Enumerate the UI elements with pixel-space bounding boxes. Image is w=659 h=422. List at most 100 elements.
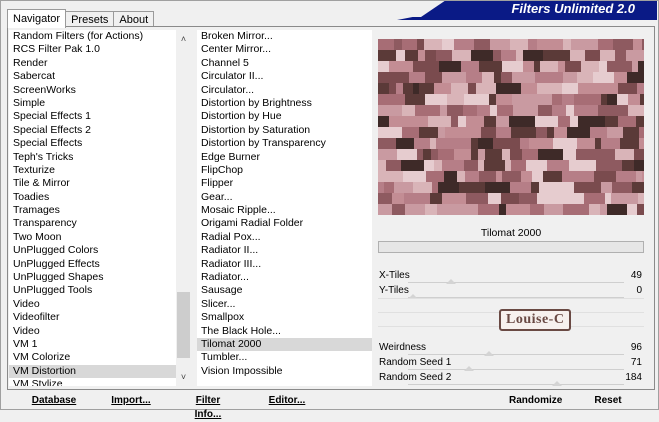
filter-item[interactable]: Smallpox — [197, 311, 372, 324]
category-item[interactable]: RCS Filter Pak 1.0 — [9, 43, 176, 56]
filter-item[interactable]: Distortion by Hue — [197, 110, 372, 123]
param-row[interactable]: X-Tiles 49 — [378, 269, 644, 284]
category-item[interactable]: VM Distortion — [9, 364, 176, 379]
filter-item[interactable]: Flipper — [197, 177, 372, 190]
mosaic-tile — [477, 105, 490, 116]
chevron-down-icon[interactable]: ˅ — [176, 370, 191, 384]
filter-item[interactable]: FlipChop — [197, 164, 372, 177]
filter-item[interactable]: Distortion by Transparency — [197, 137, 372, 150]
param-slider-track[interactable] — [408, 369, 624, 370]
filter-item[interactable]: Radial Pox... — [197, 231, 372, 244]
filter-item[interactable]: Tilomat 2000 — [197, 337, 372, 352]
mosaic-tile — [431, 149, 438, 160]
category-item[interactable]: Tramages — [9, 204, 176, 217]
mosaic-tile — [563, 72, 577, 83]
category-item[interactable]: Video — [9, 325, 176, 338]
filter-item[interactable]: Channel 5 — [197, 57, 372, 70]
randomize-button[interactable]: Randomize — [509, 394, 562, 408]
filter-title: Tilomat 2000 — [480, 227, 542, 239]
category-item[interactable]: Special Effects — [9, 137, 176, 150]
mosaic-tile — [640, 94, 644, 105]
category-item[interactable]: Texturize — [9, 164, 176, 177]
mosaic-tile — [378, 171, 403, 182]
mosaic-tile — [481, 127, 496, 138]
filter-item[interactable]: Gear... — [197, 191, 372, 204]
filter-item[interactable]: Origami Radial Folder — [197, 217, 372, 230]
filter-item[interactable]: Tumbler... — [197, 351, 372, 364]
mosaic-tile — [496, 94, 512, 105]
category-list[interactable]: Random Filters (for Actions) RCS Filter P… — [9, 30, 176, 386]
param-row[interactable]: Y-Tiles 0 — [378, 284, 644, 299]
category-item[interactable]: VM Stylize — [9, 378, 176, 386]
category-item[interactable]: UnPlugged Effects — [9, 258, 176, 271]
mosaic-tile — [571, 39, 598, 50]
mosaic-tile — [405, 50, 418, 61]
category-item[interactable]: Sabercat — [9, 70, 176, 83]
category-item[interactable]: Two Moon — [9, 231, 176, 244]
category-item[interactable]: Special Effects 2 — [9, 124, 176, 137]
category-item[interactable]: UnPlugged Shapes — [9, 271, 176, 284]
mosaic-tile — [413, 61, 439, 72]
filter-list[interactable]: Broken Mirror... Center Mirror... Channel … — [197, 30, 372, 386]
banner-stripe — [397, 17, 657, 20]
category-item[interactable]: Special Effects 1 — [9, 110, 176, 123]
scrollbar-thumb[interactable] — [177, 292, 190, 358]
filter-info-button[interactable]: Filter Info... — [184, 394, 232, 420]
param-row[interactable]: Weirdness 96 — [378, 341, 644, 356]
mosaic-tile — [511, 160, 526, 171]
chevron-up-icon[interactable]: ˄ — [176, 32, 191, 46]
filter-item[interactable]: Broken Mirror... — [197, 30, 372, 43]
param-value: 96 — [630, 342, 642, 353]
mosaic-tile — [552, 105, 566, 116]
filter-item[interactable]: Vision Impossible — [197, 365, 372, 378]
param-slider-track[interactable] — [408, 354, 624, 355]
category-item[interactable]: UnPlugged Tools — [9, 284, 176, 297]
filter-item[interactable]: Radiator III... — [197, 258, 372, 271]
category-item[interactable]: Simple — [9, 97, 176, 110]
category-item[interactable]: Tile & Mirror — [9, 177, 176, 190]
category-item[interactable]: VM 1 — [9, 338, 176, 351]
param-slider-track[interactable] — [408, 384, 624, 385]
category-item[interactable]: Render — [9, 57, 176, 70]
filter-item[interactable]: Mosaic Ripple... — [197, 204, 372, 217]
filter-item[interactable]: Slicer... — [197, 298, 372, 311]
category-item[interactable]: Transparency — [9, 217, 176, 230]
filter-item[interactable]: Sausage — [197, 284, 372, 297]
param-slider-knob[interactable] — [552, 381, 562, 386]
category-item[interactable]: UnPlugged Colors — [9, 244, 176, 257]
mosaic-tile — [457, 171, 465, 182]
mosaic-tile — [574, 105, 598, 116]
param-slider-track[interactable] — [408, 282, 624, 283]
mosaic-tile — [488, 193, 501, 204]
param-row[interactable]: Random Seed 1 71 — [378, 356, 644, 371]
filter-item[interactable]: Radiator II... — [197, 244, 372, 257]
category-scrollbar[interactable]: ˄ ˅ — [176, 30, 191, 386]
mosaic-tile — [637, 204, 644, 215]
category-item[interactable]: Video — [9, 298, 176, 311]
editor-button[interactable]: Editor... — [267, 394, 307, 408]
filter-item[interactable]: Circulator II... — [197, 70, 372, 83]
filter-item[interactable]: Radiator... — [197, 271, 372, 284]
filter-item[interactable]: Edge Burner — [197, 151, 372, 164]
filter-item[interactable]: Distortion by Brightness — [197, 97, 372, 110]
import-button[interactable]: Import... — [111, 394, 151, 408]
param-row[interactable]: Random Seed 2 184 — [378, 371, 644, 386]
filter-item[interactable]: Distortion by Saturation — [197, 124, 372, 137]
reset-button[interactable]: Reset — [593, 394, 623, 408]
category-item[interactable]: Videofilter — [9, 311, 176, 324]
mosaic-tile — [540, 61, 558, 72]
filter-item[interactable]: Circulator... — [197, 84, 372, 97]
filter-item[interactable]: Center Mirror... — [197, 43, 372, 56]
mosaic-tile — [521, 83, 537, 94]
mosaic-tile — [632, 182, 644, 193]
category-item[interactable]: ScreenWorks — [9, 84, 176, 97]
mosaic-tile — [486, 204, 499, 215]
filter-item[interactable]: The Black Hole... — [197, 325, 372, 338]
mosaic-tile — [616, 171, 636, 182]
database-button[interactable]: Database — [31, 394, 77, 408]
category-item[interactable]: Teph's Tricks — [9, 151, 176, 164]
tab-navigator[interactable]: Navigator — [7, 9, 67, 28]
category-item[interactable]: Random Filters (for Actions) — [9, 30, 176, 43]
category-item[interactable]: Toadies — [9, 191, 176, 204]
category-item[interactable]: VM Colorize — [9, 351, 176, 364]
